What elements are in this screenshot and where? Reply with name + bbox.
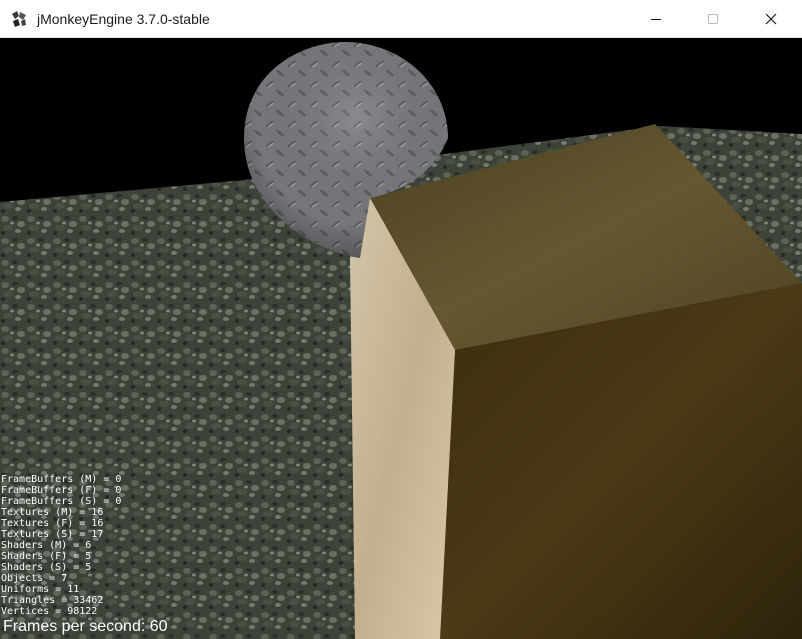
minimize-button[interactable] [627,0,685,37]
stat-line: FrameBuffers (F) = 0 [1,485,122,496]
title-bar[interactable]: jMonkeyEngine 3.7.0-stable [0,0,802,38]
stat-line: Shaders (F) = 5 [1,551,92,562]
maximize-icon [708,13,718,24]
minimize-icon [651,18,661,20]
close-button[interactable] [742,0,800,37]
fps-counter: Frames per second: 60 [3,618,168,635]
stat-line: Textures (M) = 16 [1,507,104,518]
application-window: jMonkeyEngine 3.7.0-stable FrameBuffers … [0,0,802,639]
stat-line: Shaders (S) = 5 [1,562,92,573]
stats-overlay: FrameBuffers (M) = 0 FrameBuffers (F) = … [1,474,121,617]
stat-line: Shaders (M) = 6 [1,540,92,551]
maximize-button[interactable] [684,0,742,37]
stat-line: Objects = 7 [1,573,68,584]
stat-line: FrameBuffers (M) = 0 [1,474,122,485]
jmonkey-logo-icon [12,11,26,27]
stat-line: Vertices = 98122 [1,606,98,617]
window-title: jMonkeyEngine 3.7.0-stable [37,11,210,27]
stat-line: Triangles = 33462 [1,595,104,606]
close-icon [765,13,777,24]
stat-line: Textures (S) = 17 [1,529,104,540]
render-viewport[interactable]: FrameBuffers (M) = 0 FrameBuffers (F) = … [0,38,802,639]
stat-line: FrameBuffers (S) = 0 [1,496,122,507]
stat-line: Uniforms = 11 [1,584,80,595]
stat-line: Textures (F) = 16 [1,518,104,529]
